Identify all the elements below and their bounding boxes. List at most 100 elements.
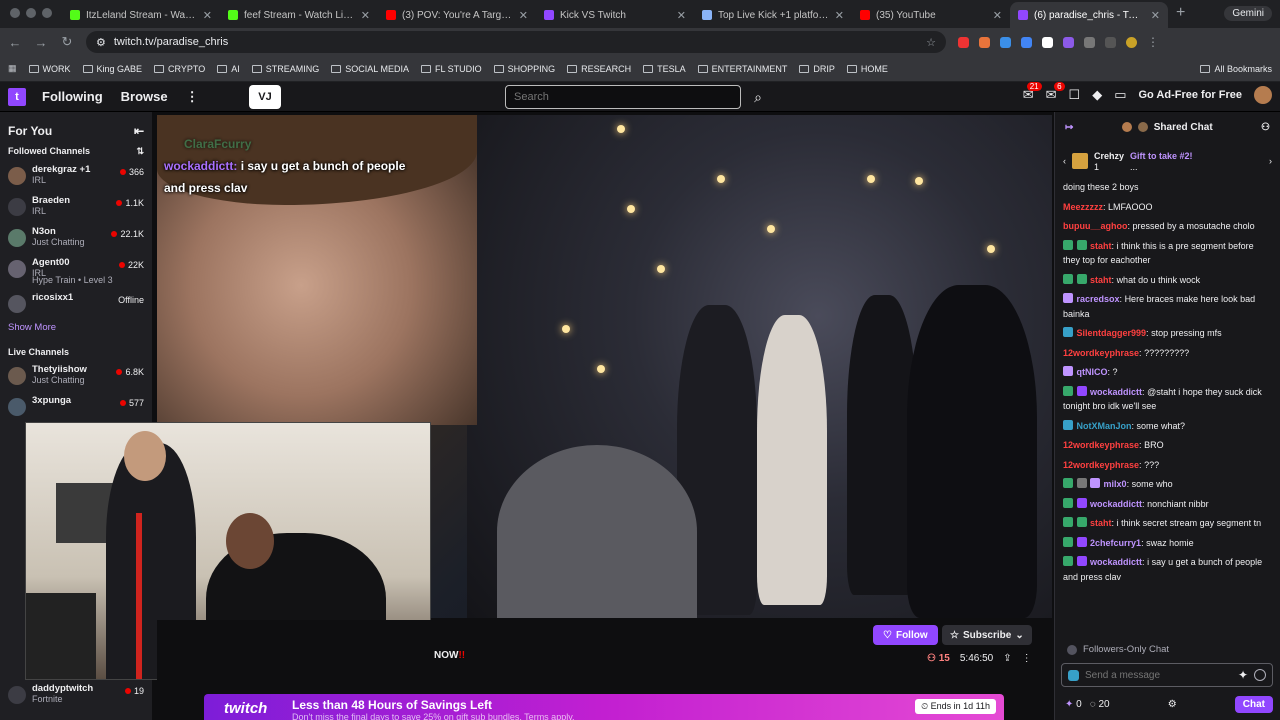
chat-badge-icon[interactable] xyxy=(1076,497,1087,508)
chat-badge-icon[interactable] xyxy=(1076,273,1087,284)
go-ad-free-button[interactable]: Go Ad-Free for Free xyxy=(1139,89,1243,101)
gift-promo[interactable]: Gift to take #2!... xyxy=(1130,151,1263,172)
chat-settings-icon[interactable]: ⚙ xyxy=(1168,699,1177,710)
chat-badge-icon[interactable] xyxy=(1063,497,1073,508)
bookmark-folder[interactable]: SOCIAL MEDIA xyxy=(331,64,409,74)
bits-balance[interactable]: ✦ 0 xyxy=(1065,699,1082,710)
collapse-icon[interactable]: ⇤ xyxy=(134,124,144,138)
share-icon[interactable]: ⇪ xyxy=(1003,653,1011,664)
follow-button[interactable]: ♡ Follow xyxy=(873,625,938,645)
extension-icon[interactable] xyxy=(1021,36,1032,48)
collapse-chat-icon[interactable]: ↦ xyxy=(1065,122,1073,133)
profile-icon[interactable] xyxy=(1126,36,1137,48)
sidebar-channel[interactable]: Braeden IRL 1.1K xyxy=(0,192,152,223)
chat-badge-icon[interactable] xyxy=(1063,556,1073,566)
search-input[interactable] xyxy=(505,85,741,109)
chat-username[interactable]: racredsox xyxy=(1077,294,1120,304)
bookmark-folder[interactable]: HOME xyxy=(846,64,888,74)
chat-username[interactable]: Meezzzzz xyxy=(1063,202,1103,212)
extension-icon[interactable] xyxy=(979,36,990,48)
bookmark-folder[interactable]: SHOPPING xyxy=(493,64,555,74)
chat-username[interactable]: wockaddictt xyxy=(1090,499,1142,509)
more-menu-icon[interactable]: ⋮ xyxy=(186,89,199,105)
chat-badge-icon[interactable] xyxy=(1063,419,1073,430)
promo-banner[interactable]: twitch Less than 48 Hours of Savings Lef… xyxy=(204,694,1004,720)
whispers-icon[interactable]: ✉ 6 xyxy=(1046,82,1065,103)
chat-badge-icon[interactable] xyxy=(1076,239,1087,250)
bookmark-folder[interactable]: AI xyxy=(217,64,240,74)
gemini-button[interactable]: Gemini xyxy=(1224,6,1272,21)
bits-icon[interactable]: ✦ xyxy=(1238,668,1248,682)
browser-tab[interactable]: (6) paradise_chris - Twitch ✕ xyxy=(1010,2,1168,28)
sidebar-channel[interactable]: derekgraz +1 IRL 366 xyxy=(0,161,152,192)
sidebar-channel[interactable]: daddyptwitch Fortnite 19 xyxy=(0,680,152,711)
browser-tab[interactable]: ItzLeland Stream - Watch Live ✕ xyxy=(62,2,220,28)
new-tab-button[interactable]: + xyxy=(1168,4,1193,28)
chat-badge-icon[interactable] xyxy=(1063,536,1073,547)
search-icon[interactable]: ⌕ xyxy=(747,85,769,109)
bookmark-folder[interactable]: WORK xyxy=(28,64,71,74)
close-icon[interactable]: ✕ xyxy=(993,9,1002,22)
chat-username[interactable]: 2chefcurry1 xyxy=(1090,538,1141,548)
browser-tab[interactable]: Kick VS Twitch ✕ xyxy=(536,2,694,28)
chat-badge-icon[interactable] xyxy=(1090,478,1101,488)
browse-link[interactable]: Browse xyxy=(121,89,168,104)
chat-badge-icon[interactable] xyxy=(1076,556,1087,566)
chat-send-button[interactable]: Chat xyxy=(1234,696,1273,713)
close-icon[interactable]: ✕ xyxy=(835,9,844,22)
bookmark-star-icon[interactable]: ☆ xyxy=(926,36,936,49)
chat-badge-icon[interactable] xyxy=(1063,517,1073,527)
bookmark-folder[interactable]: King GABE xyxy=(82,64,142,74)
bits-icon[interactable]: ◆ xyxy=(1092,87,1102,103)
channel-points[interactable]: ◌ 20 xyxy=(1090,699,1110,710)
bookmark-folder[interactable]: RESEARCH xyxy=(567,64,631,74)
chat-badge-icon[interactable] xyxy=(1076,478,1087,488)
sidebar-channel[interactable]: Thetyiishow Just Chatting 6.8K xyxy=(0,361,152,392)
browser-tab[interactable]: Top Live Kick +1 platform Str ✕ xyxy=(694,2,852,28)
close-icon[interactable]: ✕ xyxy=(361,9,370,22)
url-bar[interactable]: ⚙ twitch.tv/paradise_chris ☆ xyxy=(86,31,946,53)
chat-badge-icon[interactable] xyxy=(1063,478,1073,488)
bookmark-folder[interactable]: DRIP xyxy=(799,64,835,74)
sort-icon[interactable]: ⇅ xyxy=(136,146,144,157)
user-avatar[interactable] xyxy=(1254,86,1272,104)
sidepanel-icon[interactable] xyxy=(1105,36,1116,48)
sidebar-channel[interactable]: ricosixx1 Offline xyxy=(0,289,152,320)
chat-badge-icon[interactable] xyxy=(1063,385,1073,396)
close-icon[interactable]: ✕ xyxy=(519,9,528,22)
bookmark-folder[interactable]: CRYPTO xyxy=(154,64,205,74)
chat-username[interactable]: wockaddictt xyxy=(1090,387,1142,397)
chat-username[interactable]: staht xyxy=(1090,241,1112,251)
more-options-icon[interactable]: ⋮ xyxy=(1022,653,1032,664)
chat-username[interactable]: 12wordkeyphrase xyxy=(1063,348,1139,358)
twitch-logo-icon[interactable]: t xyxy=(8,87,26,106)
chat-badge-icon[interactable] xyxy=(1063,293,1073,303)
bookmark-folder[interactable]: TESLA xyxy=(643,64,686,74)
chevron-left-icon[interactable]: ‹ xyxy=(1063,156,1066,166)
menu-icon[interactable]: ⋮ xyxy=(1147,35,1159,49)
extension-icon[interactable] xyxy=(1042,36,1053,48)
chat-badge-icon[interactable] xyxy=(1076,385,1087,396)
show-more-link[interactable]: Show More xyxy=(0,320,152,343)
reload-icon[interactable]: ↻ xyxy=(60,34,74,50)
chat-username[interactable]: wockaddictt xyxy=(1090,557,1142,567)
browser-tab[interactable]: (35) YouTube ✕ xyxy=(852,2,1010,28)
close-icon[interactable]: ✕ xyxy=(203,9,212,22)
chat-badge-icon[interactable] xyxy=(1076,536,1087,547)
chat-username[interactable]: milx0 xyxy=(1104,479,1127,489)
chat-badge-icon[interactable] xyxy=(1063,327,1073,337)
inbox-icon[interactable]: ✉ 21 xyxy=(1023,82,1042,103)
users-icon[interactable]: ⚇ xyxy=(1261,122,1270,133)
all-bookmarks[interactable]: All Bookmarks xyxy=(1200,64,1272,74)
chat-badge-icon[interactable] xyxy=(1063,273,1073,284)
sidebar-channel[interactable]: N3on Just Chatting 22.1K xyxy=(0,223,152,254)
browser-tab[interactable]: feef Stream - Watch Live on K ✕ xyxy=(220,2,378,28)
site-info-icon[interactable]: ⚙ xyxy=(96,36,106,49)
chat-username[interactable]: NotXManJon xyxy=(1077,421,1132,431)
back-icon[interactable]: ← xyxy=(8,35,22,50)
following-link[interactable]: Following xyxy=(42,89,103,104)
chevron-right-icon[interactable]: › xyxy=(1269,156,1272,166)
chat-username[interactable]: staht xyxy=(1090,275,1112,285)
bookmark-folder[interactable]: FL STUDIO xyxy=(420,64,482,74)
chat-input[interactable] xyxy=(1085,669,1232,681)
